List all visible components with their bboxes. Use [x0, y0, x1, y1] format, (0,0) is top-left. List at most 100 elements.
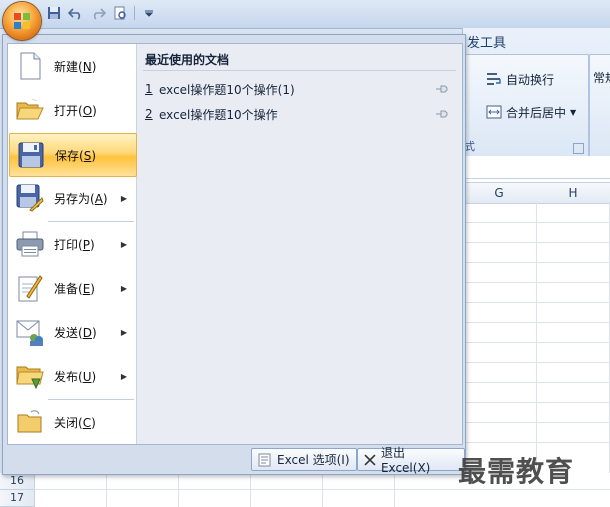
customize-qat-icon[interactable]: [141, 5, 157, 21]
recent-document-item[interactable]: 1 excel操作题10个操作(1): [145, 80, 455, 98]
menu-item-label: 关闭(C): [54, 415, 96, 430]
pin-icon[interactable]: [435, 108, 449, 120]
submenu-arrow-icon: ▶: [120, 371, 127, 381]
print-preview-icon[interactable]: [112, 5, 128, 21]
pin-icon[interactable]: [435, 83, 449, 95]
office-logo-icon: [14, 13, 30, 29]
grid-line: [462, 402, 610, 403]
recent-documents-title: 最近使用的文档: [145, 53, 230, 67]
grid-line: [250, 473, 251, 507]
submenu-arrow-icon: ▶: [120, 283, 127, 293]
menu-item-send[interactable]: 发送(D) ▶: [9, 311, 135, 353]
grid-line: [394, 473, 395, 507]
formula-bar[interactable]: [462, 156, 610, 179]
merge-center-label: 合并后居中: [506, 105, 567, 120]
undo-icon[interactable]: [68, 5, 84, 21]
excel-options-label: Excel 选项(I): [277, 453, 350, 467]
grid-line: [462, 302, 610, 303]
row-header-17[interactable]: 17: [0, 490, 35, 507]
save-as-icon: [15, 183, 45, 213]
grid-line: [322, 473, 323, 507]
redo-icon[interactable]: [90, 5, 106, 21]
recent-document-number: 2: [145, 107, 153, 121]
menu-separator: [48, 221, 134, 222]
office-menu-body: 新建(N) 打开(O) 保存(S) 另存为(A) ▶ 打印(P) ▶ 准备(E)…: [7, 43, 463, 445]
save-icon: [16, 140, 46, 170]
title-bar: [0, 0, 610, 29]
submenu-arrow-icon: ▶: [120, 327, 127, 337]
close-icon: [364, 453, 376, 466]
menu-item-save[interactable]: 保存(S): [9, 133, 137, 177]
chevron-down-icon[interactable]: ▼: [570, 108, 576, 117]
watermark-text: 最需教育: [458, 455, 575, 488]
wrap-text-label: 自动换行: [506, 72, 555, 87]
ribbon: 发工具 自动换行 合并后居中 ▼ 式 常规: [462, 28, 610, 158]
menu-item-save-as[interactable]: 另存为(A) ▶: [9, 177, 135, 219]
grid-line: [462, 342, 610, 343]
menu-item-label: 另存为(A): [54, 191, 108, 206]
column-header-g[interactable]: G: [462, 182, 537, 204]
close-folder-icon: [15, 407, 45, 437]
menu-item-label: 新建(N): [54, 59, 97, 74]
submenu-arrow-icon: ▶: [120, 239, 127, 249]
grid-line: [106, 473, 107, 507]
office-menu: 新建(N) 打开(O) 保存(S) 另存为(A) ▶ 打印(P) ▶ 准备(E)…: [2, 34, 466, 475]
menu-item-label: 准备(E): [54, 281, 95, 296]
merge-center-icon: [486, 105, 502, 119]
excel-options-button[interactable]: Excel 选项(I): [251, 448, 357, 471]
grid-line: [462, 282, 610, 283]
new-document-icon: [15, 51, 45, 81]
grid-line: [462, 382, 610, 383]
prepare-icon: [15, 273, 45, 303]
office-menu-commands: 新建(N) 打开(O) 保存(S) 另存为(A) ▶ 打印(P) ▶ 准备(E)…: [8, 44, 137, 444]
menu-item-label: 打开(O): [54, 103, 97, 118]
exit-excel-label: 退出 Excel(X): [380, 446, 431, 475]
menu-item-prepare[interactable]: 准备(E) ▶: [9, 267, 135, 309]
recent-document-number: 1: [145, 82, 153, 96]
grid-line: [462, 322, 610, 323]
menu-item-label: 打印(P): [54, 237, 95, 252]
alignment-group: 自动换行 合并后居中 ▼ 式: [463, 54, 589, 158]
grid-line: [462, 442, 610, 443]
menu-separator: [48, 399, 134, 400]
wrap-text-button[interactable]: 自动换行: [486, 69, 554, 89]
save-icon[interactable]: [46, 5, 62, 21]
office-menu-footer: Excel 选项(I) 退出 Excel(X): [3, 445, 465, 475]
open-folder-icon: [15, 95, 45, 125]
grid-line: [462, 262, 610, 263]
recent-documents-panel: 最近使用的文档 1 excel操作题10个操作(1) 2 excel操作题10个…: [137, 44, 462, 444]
menu-item-label: 发送(D): [54, 325, 97, 340]
number-group: 常规: [589, 54, 610, 158]
menu-item-publish[interactable]: 发布(U) ▶: [9, 355, 135, 397]
send-icon: [15, 317, 45, 347]
column-header-h[interactable]: H: [536, 182, 610, 204]
exit-excel-button[interactable]: 退出 Excel(X): [357, 446, 465, 475]
row-header-16[interactable]: 16: [0, 473, 35, 490]
qat-separator: [134, 6, 135, 20]
menu-item-open[interactable]: 打开(O): [9, 89, 135, 131]
grid-line: [462, 222, 610, 223]
menu-item-close[interactable]: 关闭(C): [9, 401, 135, 443]
menu-item-new[interactable]: 新建(N): [9, 45, 135, 87]
submenu-arrow-icon: ▶: [120, 193, 127, 203]
recent-document-name: excel操作题10个操作(1): [159, 82, 295, 97]
grid-line: [462, 362, 610, 363]
quick-access-toolbar: [46, 5, 157, 21]
wrap-text-icon: [487, 73, 501, 85]
number-format-select[interactable]: 常规: [593, 69, 610, 86]
recent-separator: [143, 70, 456, 71]
printer-icon: [15, 229, 45, 259]
menu-item-label: 保存(S): [55, 148, 97, 163]
recent-document-item[interactable]: 2 excel操作题10个操作: [145, 105, 455, 123]
tab-developer[interactable]: 发工具: [467, 32, 506, 51]
recent-document-name: excel操作题10个操作: [159, 107, 278, 122]
menu-item-print[interactable]: 打印(P) ▶: [9, 223, 135, 265]
dialog-launcher-icon[interactable]: [573, 143, 584, 154]
menu-item-label: 发布(U): [54, 369, 97, 384]
grid-line: [178, 473, 179, 507]
merge-center-button[interactable]: 合并后居中 ▼: [486, 102, 576, 122]
grid-line: [462, 242, 610, 243]
office-button[interactable]: [3, 2, 41, 40]
grid-line: [462, 422, 610, 423]
publish-icon: [15, 361, 45, 391]
